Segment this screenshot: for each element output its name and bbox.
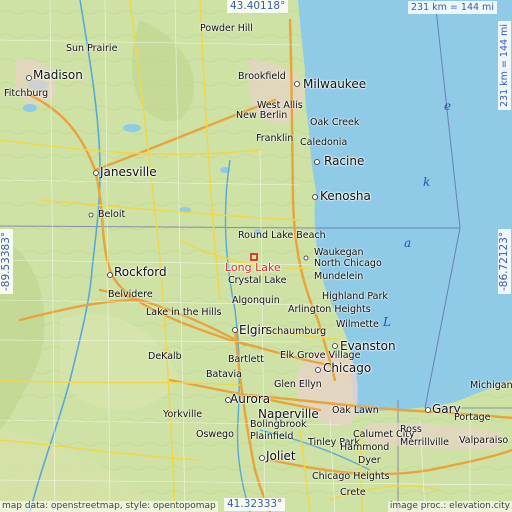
city-label: Chicago Heights (312, 471, 390, 482)
city-label: Hammond (340, 442, 390, 453)
city-label: Beloit (98, 209, 126, 220)
city-label: Schaumburg (266, 326, 327, 337)
city-label: Milwaukee (303, 77, 367, 91)
city-label: Wilmette (336, 319, 379, 330)
city-label: DeKalb (148, 351, 182, 362)
highlight-label: Long Lake (225, 261, 281, 274)
city-label: Crete (340, 487, 366, 498)
city-label: Dyer (358, 455, 381, 466)
city-label: Michigan City (470, 380, 512, 391)
city-label: Lake in the Hills (146, 307, 222, 318)
city-label: Mundelein (314, 271, 364, 282)
left-longitude: -89.53383° (0, 228, 13, 294)
city-label: Racine (324, 154, 365, 168)
lake-label-a: a (404, 236, 412, 250)
city-label: Janesville (100, 165, 157, 179)
city-label: New Berlin (236, 110, 288, 121)
city-label: Sun Prairie (66, 43, 118, 54)
city-label: Oswego (196, 429, 234, 440)
city-label: Aurora (230, 392, 271, 406)
city-label: Bolingbrook (250, 419, 307, 430)
city-label: Crystal Lake (228, 275, 287, 286)
city-label: Valparaiso (459, 435, 509, 446)
map-canvas[interactable]: e k a L Madison Milwaukee Racine Kenosha… (0, 0, 512, 512)
city-label: Glen Ellyn (274, 379, 322, 390)
scale-top: 231 km = 144 mi (408, 1, 497, 14)
city-label: Caledonia (300, 137, 348, 148)
city-label: Elk Grove Village (280, 350, 361, 361)
right-longitude: -86.72123° (498, 228, 511, 294)
city-label: Oak Lawn (332, 405, 379, 416)
lake-label-k: k (423, 175, 431, 189)
city-label: Chicago (323, 361, 372, 375)
attribution-left: map data: openstreetmap, style: opentopo… (0, 501, 218, 512)
city-label: Algonquin (232, 295, 280, 306)
city-label: Merrillville (400, 437, 449, 448)
city-label: Batavia (206, 369, 242, 380)
city-label: Yorkville (163, 409, 203, 420)
city-label: Bartlett (228, 354, 264, 365)
city-label: Round Lake Beach (238, 230, 326, 241)
city-label: Highland Park (322, 291, 388, 302)
top-latitude: 43.40118° (227, 0, 289, 13)
scale-side: 231 km = 144 mi (498, 21, 511, 110)
city-label: Portage (454, 412, 491, 423)
city-label: Arlington Heights (288, 304, 371, 315)
city-label: Plainfield (250, 431, 294, 442)
city-label: North Chicago (314, 258, 382, 269)
lake-label-e: e (444, 99, 452, 113)
city-label: Fitchburg (4, 88, 49, 99)
city-label: Powder Hill (200, 23, 253, 34)
bottom-latitude: 41.32333° (224, 498, 286, 511)
city-label: Waukegan (314, 247, 364, 258)
city-label: Belvidere (108, 289, 153, 300)
city-label: Ross (400, 424, 422, 435)
attribution-right: image proc.: elevation.city (387, 501, 512, 512)
city-label: Rockford (114, 265, 167, 279)
city-label: Franklin (256, 133, 294, 144)
city-label: Madison (33, 68, 83, 82)
city-label: Kenosha (320, 189, 371, 203)
city-label: Oak Creek (310, 117, 360, 128)
lake-label-L: L (383, 315, 391, 329)
city-label: Brookfield (238, 71, 286, 82)
city-label: Joliet (266, 449, 296, 463)
city-label: Elgin (239, 323, 269, 337)
